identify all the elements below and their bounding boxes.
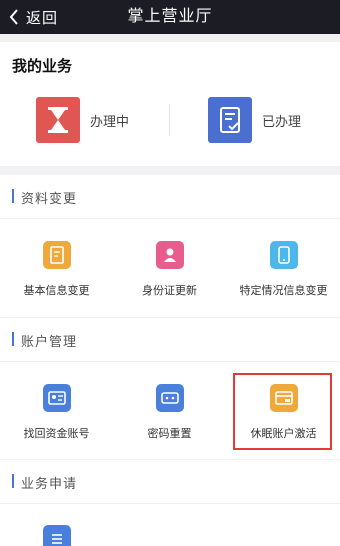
basic-info-change-button[interactable]: 基本信息变更	[0, 241, 113, 298]
grid-item-label: 密码重置	[147, 428, 192, 440]
id-person-icon	[155, 241, 184, 269]
application-item-button[interactable]	[0, 525, 113, 546]
grid-item-label: 基本信息变更	[23, 285, 90, 297]
section-accent-bar	[12, 189, 14, 203]
special-info-change-button[interactable]: 特定情况信息变更	[227, 241, 340, 298]
section-accent-bar	[12, 474, 14, 488]
info-change-grid: 基本信息变更 身份证更新 特定情况信息变更	[0, 219, 340, 317]
in-progress-button[interactable]: 办理中	[36, 92, 129, 148]
section-title: 账户管理	[21, 334, 78, 349]
chevron-left-icon	[9, 9, 18, 25]
section-header-account: 账户管理	[0, 318, 340, 362]
section-header-application: 业务申请	[0, 460, 340, 504]
section-title: 资料变更	[21, 191, 78, 206]
password-reset-button[interactable]: 密码重置	[113, 384, 226, 441]
password-icon	[155, 384, 184, 412]
account-card-icon	[42, 384, 71, 412]
grid-item-label: 特定情况信息变更	[239, 285, 328, 297]
retrieve-account-button[interactable]: 找回资金账号	[0, 384, 113, 441]
back-label: 返回	[26, 9, 59, 27]
list-icon	[42, 525, 71, 546]
top-bar: 返回 掌上营业厅	[0, 0, 340, 34]
completed-label: 已办理	[262, 113, 302, 129]
section-accent-bar	[12, 332, 14, 346]
document-check-icon	[208, 97, 252, 143]
phone-doc-icon	[269, 241, 298, 269]
id-card-update-button[interactable]: 身份证更新	[113, 241, 226, 298]
my-business-heading: 我的业务	[12, 58, 73, 75]
completed-button[interactable]: 已办理	[208, 92, 301, 148]
back-button[interactable]: 返回	[0, 0, 70, 34]
section-title: 业务申请	[21, 476, 78, 491]
section-header-info-change: 资料变更	[0, 175, 340, 219]
divider	[169, 104, 170, 136]
grid-item-label: 身份证更新	[142, 285, 197, 297]
my-business-card: 我的业务 办理中 已办理	[0, 42, 340, 166]
document-edit-icon	[42, 241, 71, 269]
in-progress-label: 办理中	[90, 113, 130, 129]
application-grid	[0, 504, 340, 546]
highlight-frame	[233, 373, 332, 450]
hourglass-icon	[36, 97, 80, 143]
grid-item-label: 找回资金账号	[23, 428, 90, 440]
